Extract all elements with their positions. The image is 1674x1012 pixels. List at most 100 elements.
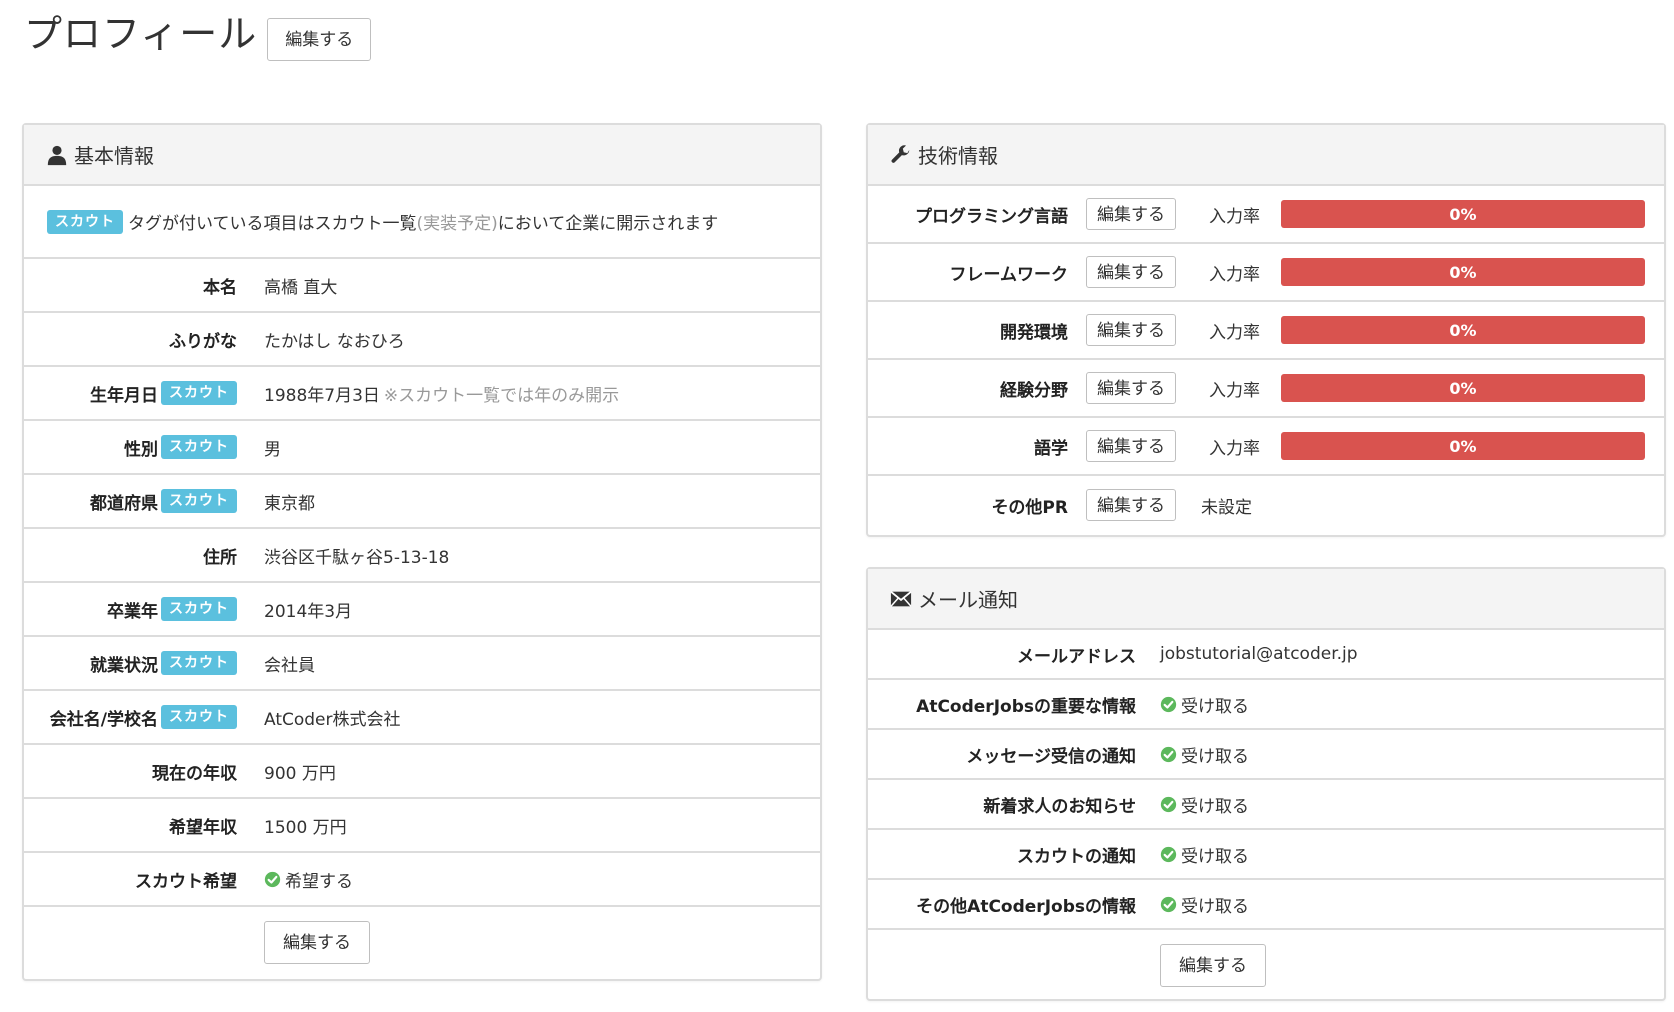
mail-setting-row: スカウトの通知 受け取る: [868, 830, 1664, 880]
row-value-text: 1500 万円: [264, 817, 347, 838]
row-value: 渋谷区千駄ヶ谷5-13-18: [264, 543, 449, 568]
completion-progress: 0%: [1281, 432, 1645, 460]
row-label-text: 本名: [203, 277, 237, 298]
completion-progress-bar: 0%: [1281, 200, 1645, 228]
row-value: 希望する: [264, 867, 353, 892]
mail-notification-title: メール通知: [918, 588, 1018, 612]
table-row: ふりがな たかはし なおひろ: [24, 313, 820, 367]
completion-progress: 0%: [1281, 258, 1645, 286]
completion-progress: 0%: [1281, 316, 1645, 344]
scout-tag: スカウト: [161, 597, 237, 621]
mail-edit-button[interactable]: 編集する: [1160, 943, 1266, 987]
tech-edit-button[interactable]: 編集する: [1086, 198, 1176, 230]
mail-setting-row: メッセージ受信の通知 受け取る: [868, 730, 1664, 780]
row-value: 高橋 直大: [264, 273, 337, 298]
scout-tag: スカウト: [47, 209, 123, 234]
mail-setting-value-text: 受け取る: [1181, 896, 1249, 917]
rate-label: 入力率: [1209, 380, 1260, 401]
mail-setting-row: AtCoderJobsの重要な情報 受け取る: [868, 680, 1664, 730]
row-value: AtCoder株式会社: [264, 705, 401, 730]
mail-address-row: メールアドレス jobstutorial@atcoder.jp: [868, 630, 1664, 680]
row-value: 1500 万円: [264, 813, 347, 838]
mail-setting-label: 新着求人のお知らせ: [983, 796, 1136, 817]
mail-setting-value: 受け取る: [1160, 692, 1249, 717]
scout-tag: スカウト: [161, 705, 237, 729]
check-circle-icon: [1160, 846, 1177, 863]
mail-setting-row: 新着求人のお知らせ 受け取る: [868, 780, 1664, 830]
scout-tag: スカウト: [161, 381, 237, 405]
table-row: 住所 渋谷区千駄ヶ谷5-13-18: [24, 529, 820, 583]
page-title: プロフィール: [24, 12, 258, 56]
check-circle-icon: [1160, 696, 1177, 713]
completion-progress-bar: 0%: [1281, 316, 1645, 344]
table-row: 都道府県 スカウト 東京都: [24, 475, 820, 529]
page-header: プロフィール 編集する: [24, 10, 372, 61]
scout-notice: スカウト タグが付いている項目はスカウト一覧 (実装予定) において企業に開示さ…: [24, 186, 820, 259]
row-value: 1988年7月3日 ※スカウト一覧では年のみ開示: [264, 381, 619, 406]
rate-label: 入力率: [1209, 206, 1260, 227]
tech-edit-button[interactable]: 編集する: [1086, 256, 1176, 288]
row-value-text: 希望する: [285, 871, 353, 892]
scout-tag: スカウト: [161, 489, 237, 513]
row-label: 性別 スカウト: [24, 435, 239, 460]
row-value-text: 渋谷区千駄ヶ谷5-13-18: [264, 547, 450, 568]
profile-edit-button[interactable]: 編集する: [267, 18, 372, 61]
table-row: 現在の年収 900 万円: [24, 745, 820, 799]
mail-setting-value: 受け取る: [1160, 742, 1249, 767]
tech-edit-button[interactable]: 編集する: [1086, 314, 1176, 346]
table-row: 就業状況 スカウト 会社員: [24, 637, 820, 691]
row-label-text: 生年月日: [90, 385, 158, 406]
row-label-text: 卒業年: [107, 601, 158, 622]
basic-info-heading: 基本情報: [24, 125, 820, 186]
row-value-text: 1988年7月3日: [264, 385, 380, 406]
tech-edit-button[interactable]: 編集する: [1086, 489, 1176, 521]
tech-edit-button[interactable]: 編集する: [1086, 372, 1176, 404]
tech-row-label: 開発環境: [1000, 322, 1068, 343]
row-label-text: 就業状況: [90, 655, 158, 676]
row-value: 900 万円: [264, 759, 336, 784]
basic-info-panel: 基本情報 スカウト タグが付いている項目はスカウト一覧 (実装予定) において企…: [22, 123, 822, 981]
row-label: 就業状況 スカウト: [24, 651, 239, 676]
row-label-text: 住所: [203, 547, 237, 568]
row-value-text: 2014年3月: [264, 601, 353, 622]
row-label: スカウト希望: [24, 867, 239, 892]
mail-setting-label: スカウトの通知: [1017, 846, 1136, 867]
tech-edit-button[interactable]: 編集する: [1086, 430, 1176, 462]
row-label: ふりがな: [24, 327, 239, 352]
table-row: 生年月日 スカウト 1988年7月3日 ※スカウト一覧では年のみ開示: [24, 367, 820, 421]
row-label: 本名: [24, 273, 239, 298]
row-label: 会社名/学校名 スカウト: [24, 705, 239, 730]
row-value-text: AtCoder株式会社: [264, 709, 401, 730]
basic-info-footer: 編集する: [24, 907, 820, 977]
tech-info-rows: プログラミング言語 編集する 入力率 0% フレームワーク 編集する 入力率 0% 開発環境 編集…: [868, 186, 1664, 534]
basic-info-rows: 本名 高橋 直大 ふりがな たかはし なおひろ 生年月日 スカウト 1988年7月3日 ※スカ…: [24, 259, 820, 907]
table-row: スカウト希望 希望する: [24, 853, 820, 907]
mail-setting-label: メッセージ受信の通知: [966, 746, 1136, 767]
mail-setting-value: 受け取る: [1160, 892, 1249, 917]
table-row: 希望年収 1500 万円: [24, 799, 820, 853]
mail-setting-value-text: 受け取る: [1181, 696, 1249, 717]
tech-row-label: プログラミング言語: [915, 206, 1068, 227]
mail-setting-value: 受け取る: [1160, 842, 1249, 867]
check-circle-icon: [1160, 796, 1177, 813]
row-label-text: スカウト希望: [135, 871, 237, 892]
row-label-text: ふりがな: [169, 331, 237, 352]
row-value-text: 高橋 直大: [264, 277, 338, 298]
row-label-text: 会社名/学校名: [49, 709, 158, 730]
row-value-text: たかはし なおひろ: [264, 331, 405, 352]
tech-row: プログラミング言語 編集する 入力率 0%: [868, 186, 1664, 244]
completion-progress-bar: 0%: [1281, 374, 1645, 402]
tech-info-panel: 技術情報 プログラミング言語 編集する 入力率 0% フレームワーク 編集する 入力率 0% 開…: [866, 123, 1666, 537]
row-value: 会社員: [264, 651, 315, 676]
basic-info-edit-button[interactable]: 編集する: [264, 920, 370, 964]
tech-row: フレームワーク 編集する 入力率 0%: [868, 244, 1664, 302]
row-value: 東京都: [264, 489, 315, 514]
mail-setting-label: AtCoderJobsの重要な情報: [916, 696, 1136, 717]
mail-setting-row: その他AtCoderJobsの情報 受け取る: [868, 880, 1664, 930]
notice-text-before: タグが付いている項目はスカウト一覧: [128, 214, 417, 234]
scout-tag: スカウト: [161, 651, 237, 675]
row-label-text: 希望年収: [169, 817, 237, 838]
tech-other-value: 未設定: [1201, 497, 1252, 518]
row-label-text: 都道府県: [90, 493, 158, 514]
row-label: 生年月日 スカウト: [24, 381, 239, 406]
